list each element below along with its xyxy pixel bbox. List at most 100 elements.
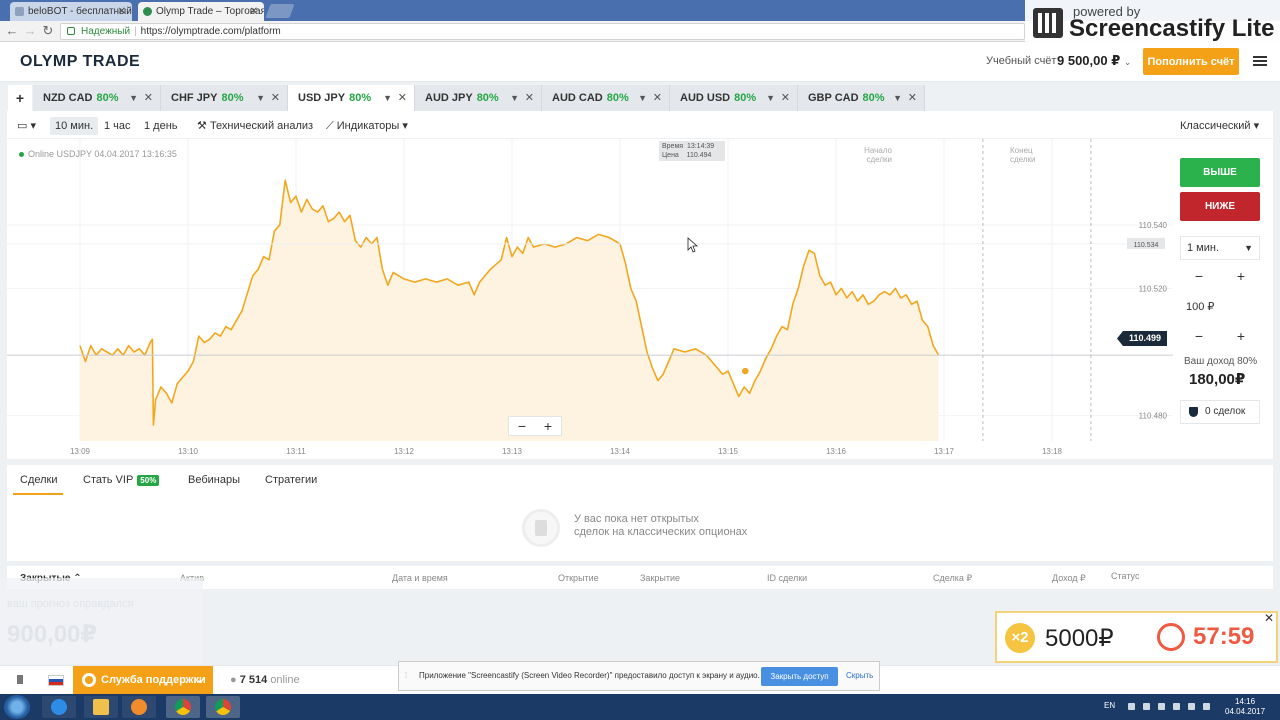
logo[interactable]: OLYMP TRADE — [20, 53, 140, 71]
reload-icon[interactable]: ↻ — [40, 23, 56, 39]
flag-icon[interactable] — [1203, 703, 1210, 710]
deals-count[interactable]: 0 сделок — [1180, 400, 1260, 424]
add-asset-button[interactable]: + — [8, 85, 32, 111]
amount-input[interactable]: 100 ₽ — [1180, 296, 1260, 320]
zoom-out-button[interactable]: − — [509, 418, 535, 434]
sound-icon[interactable] — [17, 675, 23, 684]
tab-vip[interactable]: Стать VIP 50% — [83, 474, 160, 486]
empty-deals-icon — [522, 509, 560, 547]
watermark-line2: Screencastify Lite — [1069, 15, 1275, 42]
chevron-down-icon[interactable]: ▼ — [383, 85, 392, 111]
price-chart[interactable]: 13:09 13:10 13:11 13:12 13:13 13:14 13:15 13:16… — [7, 139, 1173, 459]
technical-analysis-button[interactable]: ⚒ Технический анализ — [197, 117, 313, 135]
duration-minus-button[interactable]: − — [1179, 265, 1219, 287]
chevron-down-icon[interactable]: ▼ — [256, 85, 265, 111]
url-input[interactable]: Надежный | https://olymptrade.com/platform — [60, 23, 1025, 40]
promo-amount: 5000₽ — [1045, 625, 1114, 652]
shield-icon — [1189, 407, 1198, 417]
tab-webinars[interactable]: Вебинары — [188, 474, 240, 486]
language-flag-icon[interactable] — [48, 675, 64, 686]
asset-tab[interactable]: NZD CAD 80% ▼ ✕ — [33, 85, 161, 111]
close-icon[interactable]: ✕ — [525, 85, 534, 111]
back-arrow-icon[interactable]: ← — [4, 23, 20, 39]
tray-icon[interactable] — [1158, 703, 1165, 710]
empty-line-2: сделок на классических опционах — [574, 526, 748, 538]
asset-tab[interactable]: AUD CAD 80% ▼ ✕ — [542, 85, 670, 111]
amount-minus-button[interactable]: − — [1179, 325, 1219, 347]
browser-tab-active[interactable]: Olymp Trade – Торговая ✕ — [138, 2, 264, 21]
chevron-down-icon[interactable]: ▼ — [638, 85, 647, 111]
mouse-cursor-icon — [687, 237, 699, 253]
tab-strategies[interactable]: Стратегии — [265, 474, 317, 486]
chevron-down-icon[interactable]: ▼ — [766, 85, 775, 111]
close-icon[interactable]: ✕ — [781, 85, 790, 111]
close-icon[interactable]: ✕ — [144, 85, 153, 111]
tray-icon[interactable] — [1128, 703, 1135, 710]
taskbar-chrome[interactable] — [166, 696, 200, 718]
close-icon[interactable]: ✕ — [118, 2, 126, 21]
faded-notification: ваш прогноз оправдался 900,00₽ — [0, 578, 203, 664]
deposit-button[interactable]: Пополнить счёт — [1143, 48, 1239, 75]
clock-date: 04.04.2017 — [1225, 707, 1266, 716]
deals-panel: Сделки Стать VIP 50% Вебинары Стратегии У… — [7, 465, 1273, 561]
network-icon[interactable] — [1173, 703, 1180, 710]
zoom-in-button[interactable]: + — [535, 418, 561, 434]
col-deal: Сделка ₽ — [933, 573, 973, 583]
account-balance[interactable]: 9 500,00 ₽ ⌄ — [1057, 53, 1131, 69]
chart-area[interactable]: 13:09 13:10 13:11 13:12 13:13 13:14 13:15 13:16… — [7, 139, 1273, 459]
tooltip-time-label: Время — [662, 143, 684, 150]
browser-tab[interactable]: beloBOT - бесплатный р ✕ — [10, 2, 132, 21]
support-button[interactable]: Служба поддержки ⌄ — [73, 666, 213, 694]
deal-start-line1: Начало — [864, 146, 892, 155]
asset-tab[interactable]: AUD JPY 80% ▼ ✕ — [415, 85, 542, 111]
close-icon[interactable]: ✕ — [271, 85, 280, 111]
asset-tab[interactable]: GBP CAD 80% ▼ ✕ — [798, 85, 925, 111]
new-tab-button[interactable] — [265, 4, 295, 18]
taskbar-chrome-2[interactable] — [206, 696, 240, 718]
taskbar-explorer[interactable] — [84, 696, 118, 718]
up-button[interactable]: ВЫШЕ — [1180, 158, 1260, 187]
duration-select[interactable]: 1 мин. ▼ — [1180, 236, 1260, 260]
duration-plus-button[interactable]: + — [1221, 265, 1261, 287]
taskbar-ie[interactable] — [42, 696, 76, 718]
asset-name: CHF JPY — [171, 92, 218, 104]
volume-icon[interactable] — [1188, 703, 1195, 710]
mode-select[interactable]: Классический ▾ — [1180, 117, 1259, 135]
system-clock[interactable]: 14:16 04.04.2017 — [1225, 697, 1265, 717]
online-text: Online USDJPY 04.04.2017 13:16:35 — [28, 149, 177, 159]
timeframe-10m[interactable]: 10 мин. — [50, 117, 99, 135]
timeframe-1d[interactable]: 1 день — [144, 117, 178, 135]
tray-icon[interactable] — [1143, 703, 1150, 710]
chart-type-icon[interactable]: ▭ ▾ — [17, 117, 36, 135]
keyboard-language[interactable]: EN — [1104, 701, 1115, 710]
chevron-down-icon[interactable]: ▼ — [510, 85, 519, 111]
asset-tab-active[interactable]: USD JPY 80% ▼ ✕ — [288, 85, 415, 111]
down-button[interactable]: НИЖЕ — [1180, 192, 1260, 221]
close-icon[interactable]: ✕ — [398, 85, 407, 111]
screen-share-notice: ⁞ Приложение "Screencastify (Screen Vide… — [398, 661, 880, 691]
timeframe-1h[interactable]: 1 час — [104, 117, 131, 135]
chevron-down-icon[interactable]: ▼ — [129, 85, 138, 111]
asset-tab[interactable]: AUD USD 80% ▼ ✕ — [670, 85, 798, 111]
promo-banner[interactable]: ×2 5000₽ 57:59 ✕ — [995, 611, 1278, 663]
indicators-button[interactable]: ⟋ Индикаторы ▾ — [326, 117, 408, 135]
menu-icon[interactable] — [1253, 56, 1267, 58]
amount-plus-button[interactable]: + — [1221, 325, 1261, 347]
close-icon[interactable]: ✕ — [908, 85, 917, 111]
close-icon[interactable]: ✕ — [1264, 611, 1274, 625]
vip-label: Стать VIP — [83, 474, 134, 486]
close-icon[interactable]: ✕ — [653, 85, 662, 111]
taskbar-media[interactable] — [122, 696, 156, 718]
start-button[interactable] — [4, 695, 30, 719]
tab-deals[interactable]: Сделки — [20, 474, 58, 486]
technical-analysis-label: Технический анализ — [209, 120, 314, 132]
forward-arrow-icon[interactable]: → — [22, 23, 38, 39]
stop-sharing-button[interactable]: Закрыть доступ — [761, 667, 838, 686]
x-tick-label: 13:10 — [178, 447, 199, 456]
hide-link[interactable]: Скрыть — [846, 662, 873, 690]
y-tick-label: 110.520 — [1139, 284, 1168, 293]
chevron-down-icon[interactable]: ▼ — [893, 85, 902, 111]
drag-handle-icon[interactable]: ⁞ — [405, 662, 407, 690]
asset-tab[interactable]: CHF JPY 80% ▼ ✕ — [161, 85, 288, 111]
close-icon[interactable]: ✕ — [250, 2, 258, 21]
